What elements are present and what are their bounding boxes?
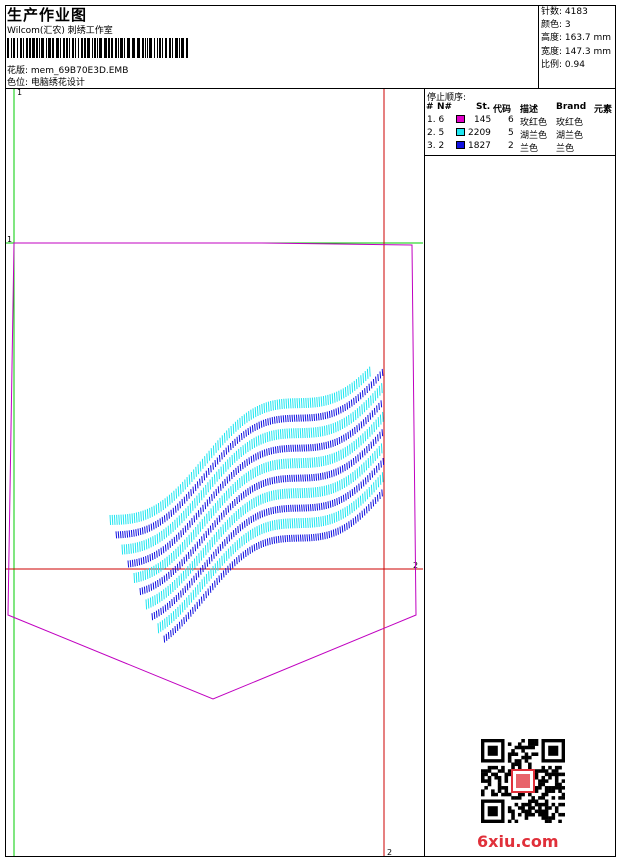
- guide-label-v2: 2: [387, 848, 392, 857]
- qr-code-icon: [481, 739, 565, 823]
- wave-stitches: [109, 366, 385, 643]
- embroidery-design-canvas: 1 1 2 2: [6, 88, 423, 857]
- guide-label-h1: 1: [7, 235, 12, 244]
- guide-label-v1: 1: [17, 88, 22, 97]
- watermark-logo: 6xiu.com: [477, 832, 559, 851]
